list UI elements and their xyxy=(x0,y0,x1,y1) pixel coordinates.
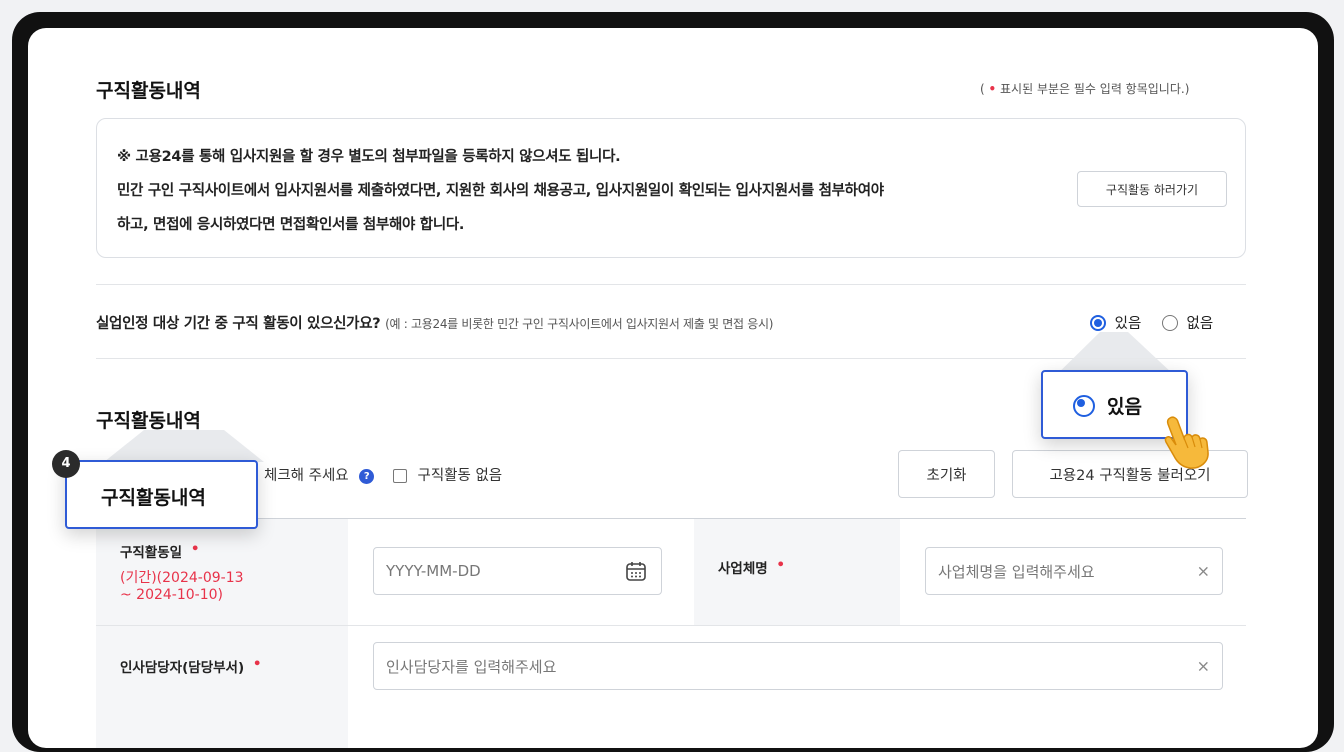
activity-check-row: 체크해 주세요 ? 구직활동 없음 xyxy=(264,468,503,484)
calendar-icon[interactable] xyxy=(625,560,647,586)
section-title: 구직활동내역 xyxy=(96,80,201,102)
notice-line-1: ※ 고용24를 통해 입사지원을 할 경우 별도의 첨부파일을 등록하지 않으셔… xyxy=(117,149,621,165)
company-input[interactable]: 사업체명을 입력해주세요 × xyxy=(925,547,1223,595)
date-period: (기간)(2024-09-13 ~ 2024-10-10) xyxy=(120,570,244,603)
date-input[interactable]: YYYY-MM-DD xyxy=(373,547,662,595)
step-callout: 구직활동내역 xyxy=(65,460,258,529)
notice-box: ※ 고용24를 통해 입사지원을 할 경우 별도의 첨부파일을 등록하지 않으셔… xyxy=(96,118,1246,258)
activity-question: 실업인정 대상 기간 중 구직 활동이 있으신가요? (예 : 고용24를 비롯… xyxy=(96,316,774,332)
clear-icon[interactable]: × xyxy=(1197,562,1210,581)
company-label: 사업체명 • xyxy=(718,557,786,577)
step-callout-label: 구직활동내역 xyxy=(101,487,206,509)
required-dot: • xyxy=(190,541,200,557)
reset-button[interactable]: 초기화 xyxy=(898,450,995,498)
required-dot: • xyxy=(252,656,262,672)
date-label-cell: 구직활동일 • (기간)(2024-09-13 ~ 2024-10-10) xyxy=(96,519,348,625)
no-activity-label: 구직활동 없음 xyxy=(417,468,503,484)
clear-icon[interactable]: × xyxy=(1197,657,1210,676)
callout-radio-icon xyxy=(1073,395,1095,417)
divider xyxy=(96,284,1246,285)
hand-pointer-icon xyxy=(1164,416,1209,469)
date-label: 구직활동일 • xyxy=(120,541,200,561)
notice-line-3: 하고, 면접에 응시하였다면 면접확인서를 첨부해야 합니다. xyxy=(117,217,465,233)
go-job-search-button[interactable]: 구직활동 하러가기 xyxy=(1077,171,1227,207)
hr-label: 인사담당자(담당부서) • xyxy=(120,656,262,676)
hr-input[interactable]: 인사담당자를 입력해주세요 × xyxy=(373,642,1223,690)
step-number-badge: 4 xyxy=(52,450,80,478)
required-dot: • xyxy=(776,557,786,573)
required-note: ( • 표시된 부분은 필수 입력 항목입니다.) xyxy=(980,82,1190,96)
callout-radio-label: 있음 xyxy=(1107,396,1142,418)
hr-label-cell: 인사담당자(담당부서) • xyxy=(96,626,348,748)
no-activity-checkbox[interactable] xyxy=(392,469,407,483)
notice-line-2: 민간 구인 구직사이트에서 입사지원서를 제출하였다면, 지원한 회사의 채용공… xyxy=(117,183,884,199)
required-dot: • xyxy=(988,82,997,96)
help-icon[interactable]: ? xyxy=(359,468,375,484)
screen: 구직활동내역 ( • 표시된 부분은 필수 입력 항목입니다.) ※ 고용24를… xyxy=(28,28,1318,748)
company-label-cell: 사업체명 • xyxy=(694,519,900,625)
